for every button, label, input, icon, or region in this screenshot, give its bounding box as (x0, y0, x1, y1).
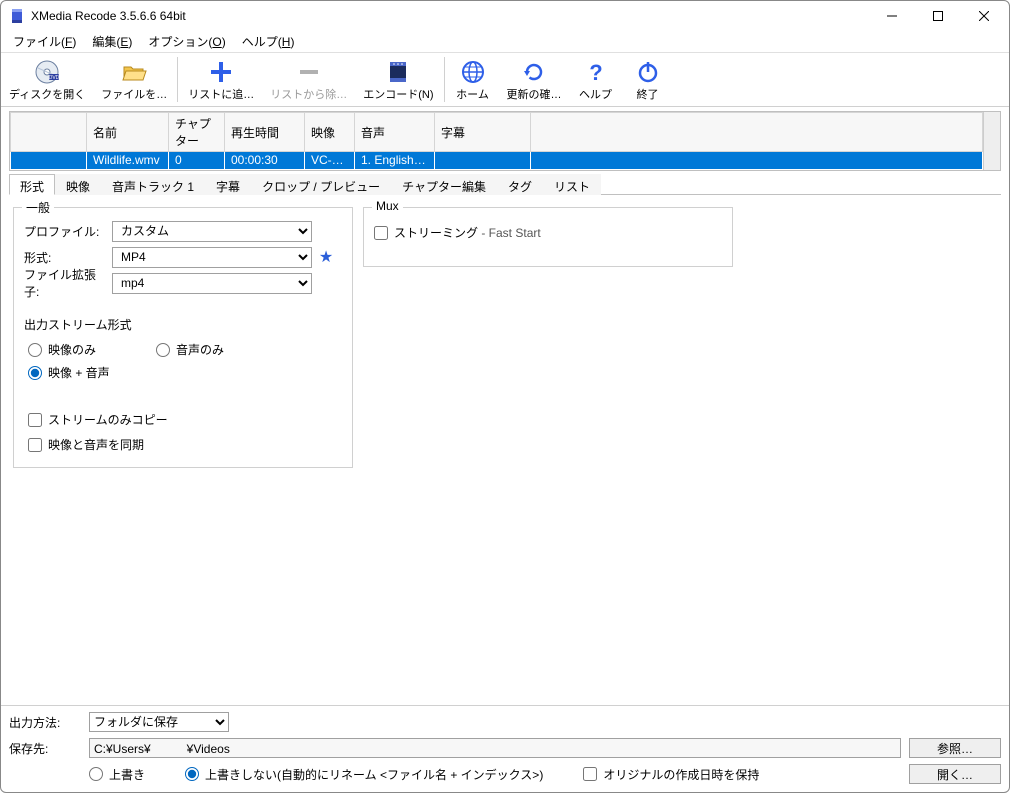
radio-video-only[interactable]: 映像のみ (28, 341, 96, 358)
plus-icon (208, 59, 234, 85)
table-row[interactable]: Wildlife.wmv000:00:30VC-1 …1. English … (11, 152, 983, 169)
group-mux: Mux ストリーミング - Fast Start (363, 207, 733, 267)
toolbar-open-file[interactable]: ファイルを… (93, 53, 175, 106)
toolbar-home[interactable]: ホーム (447, 53, 499, 106)
radio-overwrite[interactable]: 上書き (89, 766, 145, 783)
folder-open-icon (121, 59, 147, 85)
tab-tag[interactable]: タグ (497, 174, 543, 195)
tab-crop[interactable]: クロップ / プレビュー (251, 174, 391, 195)
bottom-bar: 出力方法: フォルダに保存 保存先: 参照… 上書き 上書きしない(自動的にリネ… (1, 705, 1009, 792)
toolbar-exit[interactable]: 終了 (622, 53, 674, 106)
toolbar-update[interactable]: 更新の確… (499, 53, 570, 106)
toolbar: DVD ディスクを開く ファイルを… リストに追… リストから除… エンコード(… (1, 53, 1009, 107)
format-panel: 一般 プロファイル: カスタム 形式: MP4 ★ ファイル拡張子: mp4 出… (1, 195, 1009, 705)
button-browse[interactable]: 参照… (909, 738, 1001, 758)
minus-icon (296, 59, 322, 85)
filelist-scrollbar[interactable] (983, 112, 1000, 170)
tab-chapter[interactable]: チャプター編集 (391, 174, 497, 195)
menu-edit[interactable]: 編集(E) (84, 31, 140, 52)
titlebar: XMedia Recode 3.5.6.6 64bit (1, 1, 1009, 31)
col-video[interactable]: 映像 (305, 113, 355, 152)
label-dest: 保存先: (9, 740, 81, 757)
menu-options[interactable]: オプション(O) (140, 31, 233, 52)
col-chapter[interactable]: チャプター (169, 113, 225, 152)
radio-video-audio[interactable]: 映像 + 音声 (28, 364, 110, 381)
refresh-icon (521, 59, 547, 85)
check-stream-copy[interactable]: ストリームのみコピー (28, 411, 342, 428)
input-dest[interactable] (89, 738, 901, 758)
disc-icon: DVD (34, 59, 60, 85)
select-profile[interactable]: カスタム (112, 221, 312, 242)
filelist[interactable]: 名前 チャプター 再生時間 映像 音声 字幕 Wildlife.wmv000:0… (9, 111, 1001, 171)
select-output-method[interactable]: フォルダに保存 (89, 712, 229, 732)
svg-text:DVD: DVD (49, 75, 60, 81)
menubar: ファイル(F) 編集(E) オプション(O) ヘルプ(H) (1, 31, 1009, 53)
toolbar-encode-label: エンコード(N) (363, 86, 433, 102)
favorite-star-icon[interactable]: ★ (316, 247, 336, 267)
tab-list[interactable]: リスト (543, 174, 601, 195)
tab-subtitle[interactable]: 字幕 (205, 174, 251, 195)
select-format[interactable]: MP4 (112, 247, 312, 268)
filelist-header: 名前 チャプター 再生時間 映像 音声 字幕 (11, 113, 983, 152)
tab-video[interactable]: 映像 (55, 174, 101, 195)
svg-text:?: ? (589, 60, 602, 85)
col-duration[interactable]: 再生時間 (225, 113, 305, 152)
check-sync-av[interactable]: 映像と音声を同期 (28, 436, 342, 453)
menu-help[interactable]: ヘルプ(H) (234, 31, 303, 52)
label-profile: プロファイル: (24, 223, 108, 240)
col-name[interactable]: 名前 (87, 113, 169, 152)
label-output-method: 出力方法: (9, 714, 81, 731)
toolbar-open-disc[interactable]: DVD ディスクを開く (1, 53, 93, 106)
toolbar-remove-list: リストから除… (262, 53, 355, 106)
check-streaming[interactable]: ストリーミング - Fast Start (374, 224, 722, 241)
tab-format[interactable]: 形式 (9, 174, 55, 195)
button-open[interactable]: 開く… (909, 764, 1001, 784)
toolbar-help[interactable]: ? ヘルプ (570, 53, 622, 106)
app-icon (9, 8, 25, 24)
legend-general: 一般 (22, 199, 54, 216)
col-audio[interactable]: 音声 (355, 113, 435, 152)
toolbar-add-list[interactable]: リストに追… (180, 53, 262, 106)
group-output-stream: 出力ストリーム形式 映像のみ 音声のみ 映像 + 音声 (24, 310, 342, 381)
label-format: 形式: (24, 249, 108, 266)
menu-file[interactable]: ファイル(F) (5, 31, 84, 52)
tab-audio[interactable]: 音声トラック 1 (101, 174, 205, 195)
legend-mux: Mux (372, 199, 403, 213)
col-subtitle[interactable]: 字幕 (435, 113, 531, 152)
minimize-button[interactable] (869, 1, 915, 31)
tabs: 形式 映像 音声トラック 1 字幕 クロップ / プレビュー チャプター編集 タ… (9, 173, 1001, 195)
radio-no-overwrite[interactable]: 上書きしない(自動的にリネーム <ファイル名 + インデックス>) (185, 766, 543, 783)
select-ext[interactable]: mp4 (112, 273, 312, 294)
legend-outstream: 出力ストリーム形式 (24, 316, 342, 333)
globe-icon (460, 59, 486, 85)
close-button[interactable] (961, 1, 1007, 31)
encode-icon (385, 59, 411, 85)
radio-audio-only[interactable]: 音声のみ (156, 341, 224, 358)
table-row[interactable]: french_pol…000:03:07H.26…1. Unknow… (11, 169, 983, 172)
power-icon (635, 59, 661, 85)
label-ext: ファイル拡張子: (24, 266, 108, 300)
help-icon: ? (583, 59, 609, 85)
toolbar-encode[interactable]: エンコード(N) (355, 53, 441, 106)
maximize-button[interactable] (915, 1, 961, 31)
window-title: XMedia Recode 3.5.6.6 64bit (31, 9, 186, 23)
group-general: 一般 プロファイル: カスタム 形式: MP4 ★ ファイル拡張子: mp4 出… (13, 207, 353, 468)
check-keep-date[interactable]: オリジナルの作成日時を保持 (583, 766, 759, 783)
